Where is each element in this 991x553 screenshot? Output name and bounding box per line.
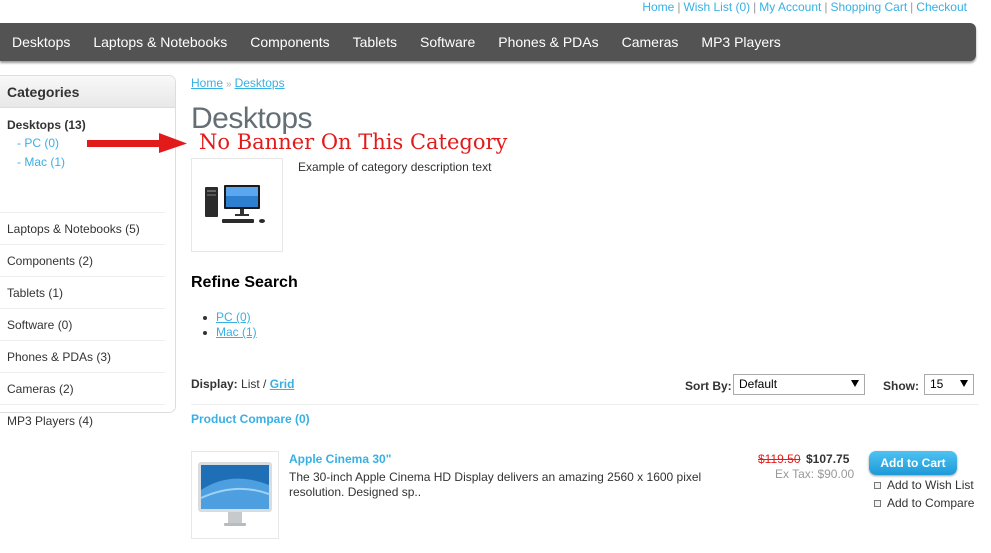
chevron-down-icon bbox=[851, 380, 859, 387]
product-filter-bar: Display: List / Grid Sort By: Default Sh… bbox=[191, 374, 979, 405]
top-link-cart[interactable]: Shopping Cart bbox=[830, 0, 907, 14]
product-name-link[interactable]: Apple Cinema 30" bbox=[289, 452, 391, 466]
menu-item-components[interactable]: Components bbox=[239, 23, 341, 61]
top-link-account[interactable]: My Account bbox=[759, 0, 821, 14]
categories-box: Categories Desktops (13) - PC (0) - Mac … bbox=[0, 75, 176, 428]
menu-item-mp3-players[interactable]: MP3 Players bbox=[690, 23, 792, 61]
refine-item: Mac (1) bbox=[203, 325, 257, 340]
refine-item: PC (0) bbox=[203, 310, 257, 325]
breadcrumb-separator: » bbox=[226, 79, 232, 90]
top-link-checkout[interactable]: Checkout bbox=[916, 0, 967, 14]
sort-select[interactable]: Default bbox=[733, 374, 865, 395]
product-compare-link[interactable]: Product Compare (0) bbox=[191, 412, 310, 426]
top-link-home[interactable]: Home bbox=[642, 0, 674, 14]
price-old: $119.50 bbox=[758, 452, 801, 466]
category-phones-link[interactable]: Phones & PDAs (3) bbox=[0, 341, 165, 373]
category-software-link[interactable]: Software (0) bbox=[0, 309, 165, 341]
show-label: Show: bbox=[883, 379, 919, 393]
refine-link-pc[interactable]: PC (0) bbox=[216, 310, 251, 324]
category-image bbox=[191, 158, 283, 252]
main-menu: Desktops Laptops & Notebooks Components … bbox=[0, 23, 976, 61]
menu-item-phones[interactable]: Phones & PDAs bbox=[487, 23, 610, 61]
display-toggle: Display: List / Grid bbox=[191, 377, 294, 391]
chevron-down-icon bbox=[960, 380, 968, 387]
category-desktops-link[interactable]: Desktops (13) bbox=[7, 118, 165, 132]
menu-item-cameras[interactable]: Cameras bbox=[611, 23, 691, 61]
display-list-option: List bbox=[241, 377, 260, 391]
category-mp3-link[interactable]: MP3 Players (4) bbox=[0, 405, 165, 437]
display-label: Display: bbox=[191, 377, 238, 391]
category-description: Example of category description text bbox=[298, 160, 492, 174]
limit-select-value: 15 bbox=[930, 377, 944, 391]
top-link-separator: | bbox=[753, 0, 757, 14]
sort-label: Sort By: bbox=[685, 379, 732, 393]
category-active: Desktops (13) - PC (0) - Mac (1) bbox=[0, 108, 165, 213]
sort-select-value: Default bbox=[739, 377, 778, 391]
add-to-compare-link[interactable]: Add to Compare bbox=[873, 496, 974, 510]
category-cameras-link[interactable]: Cameras (2) bbox=[0, 373, 165, 405]
menu-item-desktops[interactable]: Desktops bbox=[1, 23, 82, 61]
menu-item-laptops[interactable]: Laptops & Notebooks bbox=[82, 23, 239, 61]
subcategory-mac-link[interactable]: - Mac (1) bbox=[7, 155, 165, 169]
breadcrumb-home[interactable]: Home bbox=[191, 76, 223, 90]
breadcrumb: Home» Desktops bbox=[191, 76, 285, 90]
breadcrumb-desktops[interactable]: Desktops bbox=[235, 76, 285, 90]
refine-search-heading: Refine Search bbox=[191, 274, 298, 291]
top-link-wishlist[interactable]: Wish List (0) bbox=[683, 0, 750, 14]
desktop-computer-icon bbox=[205, 185, 265, 223]
menu-item-software[interactable]: Software bbox=[409, 23, 487, 61]
product-image[interactable] bbox=[191, 451, 279, 539]
annotation-text: No Banner On This Category bbox=[199, 130, 508, 154]
price-new: $107.75 bbox=[806, 452, 850, 466]
display-separator: / bbox=[259, 377, 270, 391]
category-tablets-link[interactable]: Tablets (1) bbox=[0, 277, 165, 309]
refine-search-list: PC (0) Mac (1) bbox=[203, 310, 257, 340]
red-arrow-icon bbox=[87, 133, 187, 153]
add-to-cart-button[interactable]: Add to Cart bbox=[869, 451, 957, 475]
categories-heading: Categories bbox=[0, 76, 175, 108]
product-item: Apple Cinema 30" The 30-inch Apple Cinem… bbox=[191, 451, 979, 541]
menu-item-tablets[interactable]: Tablets bbox=[342, 23, 409, 61]
price-ex-tax: Ex Tax: $90.00 bbox=[775, 467, 855, 481]
add-to-wishlist-link[interactable]: Add to Wish List bbox=[873, 478, 974, 492]
limit-select[interactable]: 15 bbox=[924, 374, 974, 395]
monitor-icon bbox=[198, 462, 272, 526]
top-link-separator: | bbox=[910, 0, 914, 14]
category-laptops-link[interactable]: Laptops & Notebooks (5) bbox=[0, 213, 165, 245]
product-description: The 30-inch Apple Cinema HD Display deli… bbox=[289, 470, 702, 499]
top-links: Home | Wish List (0) | My Account | Shopping C… bbox=[642, 0, 967, 14]
refine-link-mac[interactable]: Mac (1) bbox=[216, 325, 257, 339]
display-grid-link[interactable]: Grid bbox=[270, 377, 295, 391]
category-components-link[interactable]: Components (2) bbox=[0, 245, 165, 277]
